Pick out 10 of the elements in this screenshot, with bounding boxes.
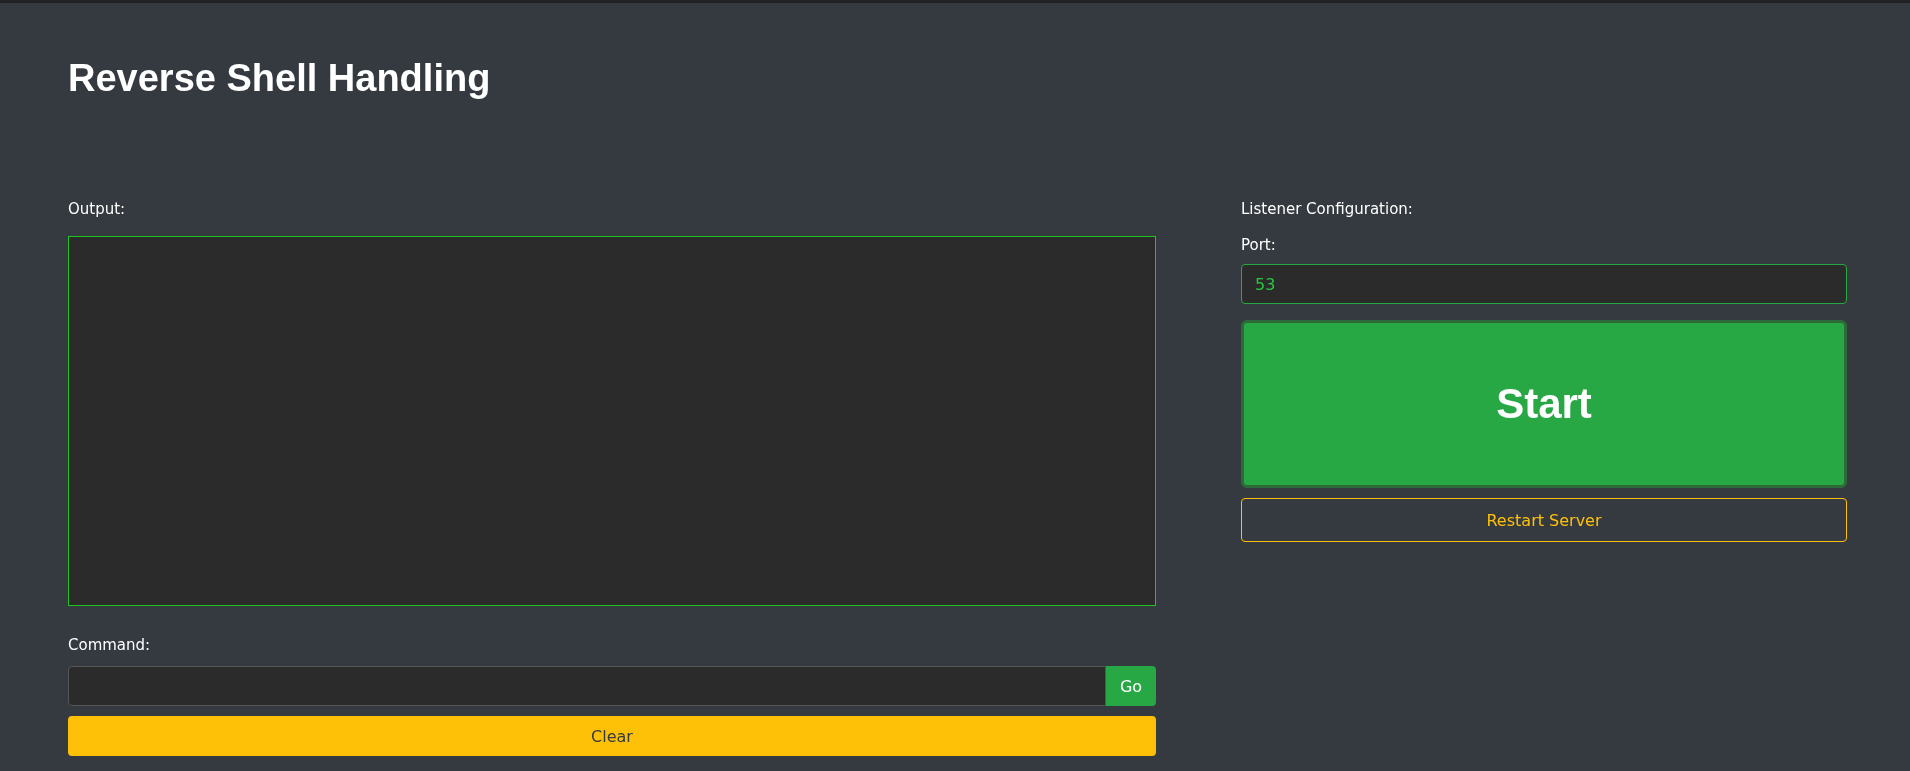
clear-button[interactable]: Clear [68,716,1156,756]
output-label: Output: [68,200,127,218]
restart-server-button[interactable]: Restart Server [1241,498,1847,542]
port-label: Port: [1241,236,1277,254]
command-input[interactable] [68,666,1106,706]
port-input[interactable]: 53 [1241,264,1847,304]
output-area[interactable] [68,236,1156,606]
listener-label: Listener Configuration: [1241,200,1414,218]
command-label: Command: [68,636,152,654]
page-title: Reverse Shell Handling [68,57,492,100]
